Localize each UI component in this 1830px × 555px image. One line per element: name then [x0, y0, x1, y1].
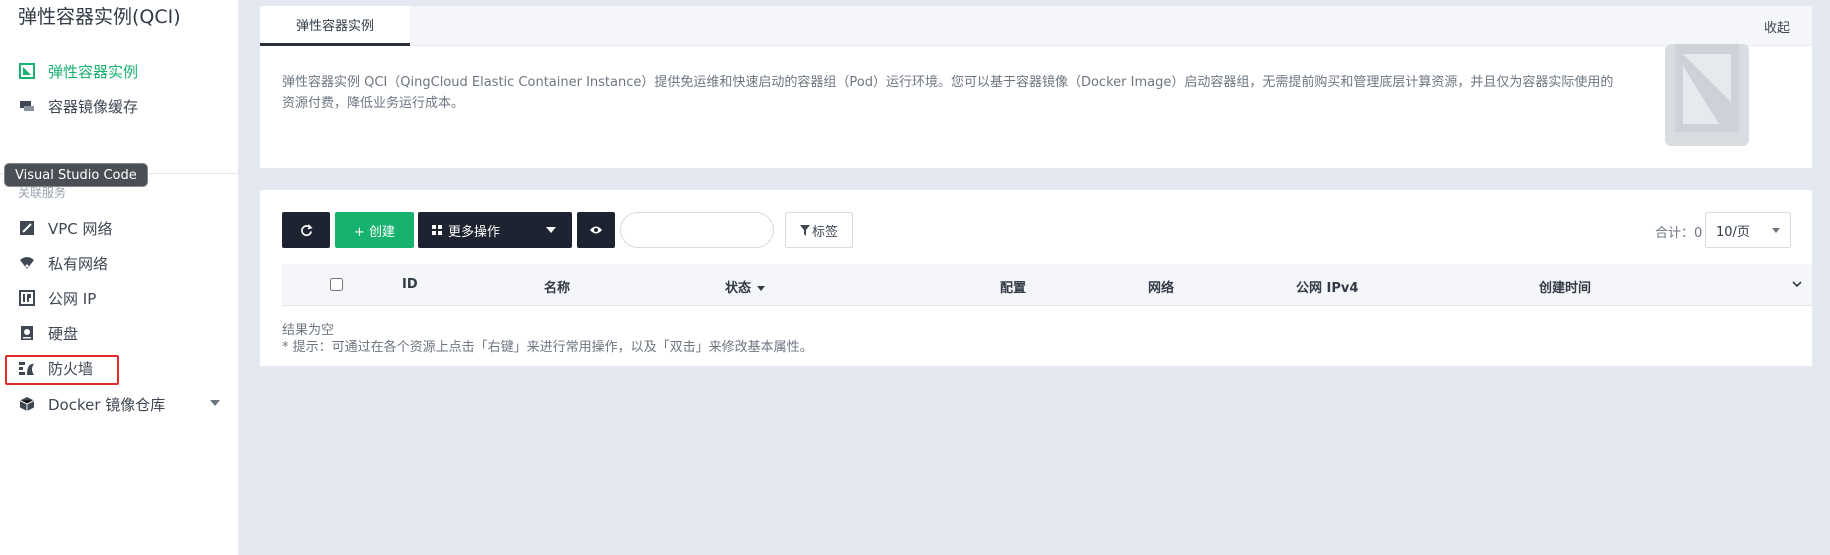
sidebar-item-instances[interactable]: 弹性容器实例: [18, 59, 138, 83]
cache-icon: [18, 97, 36, 115]
sidebar-item-label: Docker 镜像仓库: [48, 395, 166, 414]
sidebar-item-image-cache[interactable]: 容器镜像缓存: [18, 94, 138, 118]
sidebar-item-label: 硬盘: [48, 324, 79, 343]
intro-card: 弹性容器实例 收起 弹性容器实例 QCI（QingCloud Elastic C…: [260, 6, 1812, 168]
app-tooltip: Visual Studio Code: [4, 163, 148, 187]
more-actions-label: 更多操作: [448, 224, 501, 240]
empty-message: 结果为空: [282, 323, 335, 338]
vpc-icon: [18, 219, 36, 237]
ip-icon: [18, 289, 36, 307]
sidebar-item-label: 弹性容器实例: [48, 62, 139, 81]
empty-state: 结果为空 * 提示：可通过在各个资源上点击「右键」来进行常用操作，以及「双击」来…: [282, 322, 813, 356]
sidebar-item-label: 公网 IP: [48, 289, 97, 308]
column-created-time[interactable]: 创建时间: [1539, 277, 1591, 296]
collapse-button[interactable]: 收起: [1764, 17, 1790, 36]
filter-icon: [799, 224, 810, 236]
sidebar-item-label: 容器镜像缓存: [48, 97, 139, 116]
tag-filter-button[interactable]: 标签: [785, 212, 853, 248]
search-input[interactable]: [620, 212, 774, 248]
sidebar-item-vpc[interactable]: VPC 网络: [18, 216, 113, 240]
wifi-icon: [18, 254, 36, 272]
caret-down-icon: [546, 227, 556, 233]
tag-filter-label: 标签: [811, 224, 838, 240]
tab-instances[interactable]: 弹性容器实例: [260, 6, 410, 46]
usage-hint: * 提示：可通过在各个资源上点击「右键」来进行常用操作，以及「双击」来修改基本属…: [282, 340, 813, 355]
table-card: + 创建 更多操作 标签 合计：0 10/页 ID 名称 状态 配置 网络 公网…: [260, 190, 1812, 366]
page-size-value: 10/页: [1716, 224, 1750, 240]
intro-description: 弹性容器实例 QCI（QingCloud Elastic Container I…: [282, 75, 1614, 111]
sidebar-item-docker-registry[interactable]: Docker 镜像仓库: [18, 392, 165, 416]
sidebar: 弹性容器实例(QCI) 弹性容器实例 容器镜像缓存 关联服务 VPC 网络 私有…: [0, 0, 238, 555]
more-actions-button[interactable]: 更多操作: [418, 212, 572, 248]
disk-icon: [18, 324, 36, 342]
select-all-checkbox[interactable]: [330, 278, 343, 291]
eye-icon: [590, 226, 602, 234]
instance-icon: [18, 62, 36, 80]
column-settings-chevron-icon[interactable]: [1792, 277, 1802, 291]
sidebar-item-public-ip[interactable]: 公网 IP: [18, 286, 96, 310]
cube-icon: [18, 395, 36, 413]
column-status[interactable]: 状态: [725, 277, 766, 296]
column-config[interactable]: 配置: [1000, 277, 1026, 296]
refresh-button[interactable]: [282, 212, 330, 248]
column-id[interactable]: ID: [402, 277, 418, 292]
sidebar-item-label: 私有网络: [48, 254, 109, 273]
grid-icon: [432, 225, 442, 235]
column-public-ipv4[interactable]: 公网 IPv4: [1296, 277, 1358, 296]
column-status-label: 状态: [725, 281, 752, 296]
refresh-icon: [300, 223, 313, 236]
illustration-icon: [1665, 44, 1749, 152]
table-header: ID 名称 状态 配置 网络 公网 IPv4 创建时间: [282, 264, 1812, 306]
sidebar-item-label: VPC 网络: [48, 219, 113, 238]
sidebar-item-private-network[interactable]: 私有网络: [18, 251, 108, 275]
tab-bar: 弹性容器实例 收起: [260, 6, 1812, 46]
create-button[interactable]: + 创建: [335, 212, 414, 248]
caret-down-icon: [1772, 228, 1780, 233]
product-title: 弹性容器实例(QCI): [18, 6, 181, 28]
total-count: 合计：0: [1655, 226, 1703, 241]
view-toggle-button[interactable]: [577, 212, 615, 248]
column-name[interactable]: 名称: [544, 277, 570, 296]
chevron-down-icon[interactable]: [210, 400, 220, 406]
filter-caret-icon[interactable]: [757, 286, 766, 291]
page-size-select[interactable]: 10/页: [1705, 212, 1791, 248]
highlight-box: [5, 355, 119, 385]
sidebar-item-disk[interactable]: 硬盘: [18, 321, 78, 345]
column-network[interactable]: 网络: [1148, 277, 1174, 296]
